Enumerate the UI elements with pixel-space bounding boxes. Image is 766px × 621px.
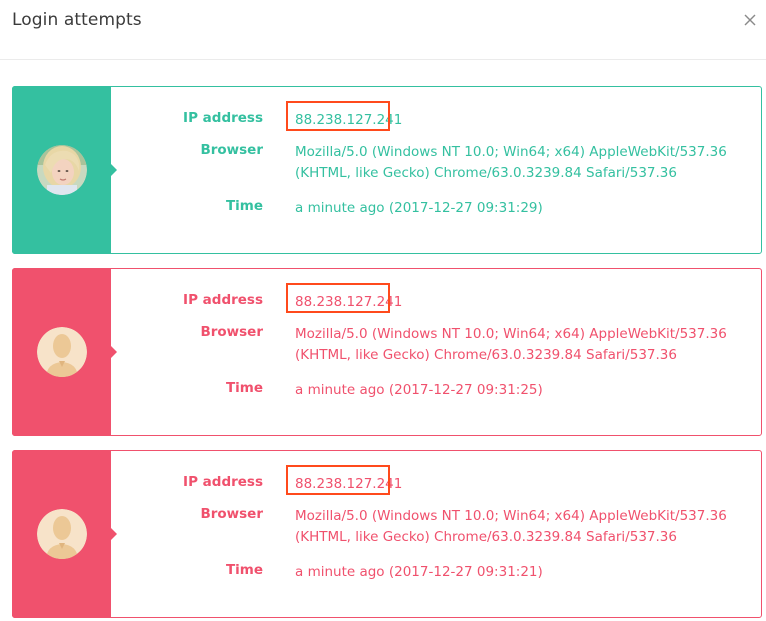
ip-label: IP address: [183, 292, 263, 308]
time-value: a minute ago (2017-12-27 09:31:29): [295, 200, 543, 216]
ip-highlight-box: [286, 101, 390, 131]
ip-label: IP address: [183, 474, 263, 490]
dialog-title: Login attempts: [12, 10, 142, 30]
avatar: [37, 509, 87, 559]
default-user-avatar-icon: [37, 327, 87, 377]
browser-value-line1: Mozilla/5.0 (Windows NT 10.0; Win64; x64…: [295, 144, 727, 160]
status-stripe: [12, 86, 117, 254]
login-attempt-card: IP address 88.238.127.241 Browser Mozill…: [12, 86, 762, 254]
dialog-header: Login attempts: [0, 0, 766, 60]
status-stripe: [12, 268, 117, 436]
login-attempt-card: IP address 88.238.127.241 Browser Mozill…: [12, 268, 762, 436]
time-value: a minute ago (2017-12-27 09:31:25): [295, 382, 543, 398]
browser-value-line2: (KHTML, like Gecko) Chrome/63.0.3239.84 …: [295, 165, 677, 181]
pointer-arrow: [111, 528, 117, 540]
browser-value-line1: Mozilla/5.0 (Windows NT 10.0; Win64; x64…: [295, 508, 727, 524]
pointer-arrow: [111, 164, 117, 176]
user-photo-avatar-icon: [37, 145, 87, 195]
default-user-avatar-icon: [37, 509, 87, 559]
ip-highlight-box: [286, 465, 390, 495]
close-icon: [744, 14, 756, 26]
browser-label: Browser: [200, 142, 263, 158]
close-button[interactable]: [740, 10, 760, 30]
browser-value-line2: (KHTML, like Gecko) Chrome/63.0.3239.84 …: [295, 347, 677, 363]
browser-value-line2: (KHTML, like Gecko) Chrome/63.0.3239.84 …: [295, 529, 677, 545]
browser-label: Browser: [200, 506, 263, 522]
ip-label: IP address: [183, 110, 263, 126]
time-label: Time: [225, 562, 263, 578]
login-attempt-card: IP address 88.238.127.241 Browser Mozill…: [12, 450, 762, 618]
time-label: Time: [225, 198, 263, 214]
avatar: [37, 327, 87, 377]
browser-value-line1: Mozilla/5.0 (Windows NT 10.0; Win64; x64…: [295, 326, 727, 342]
time-label: Time: [225, 380, 263, 396]
avatar: [37, 145, 87, 195]
status-stripe: [12, 450, 117, 618]
ip-highlight-box: [286, 283, 390, 313]
login-attempts-dialog: Login attempts IP address 88.238.127.241…: [0, 0, 766, 621]
time-value: a minute ago (2017-12-27 09:31:21): [295, 564, 543, 580]
pointer-arrow: [111, 346, 117, 358]
browser-label: Browser: [200, 324, 263, 340]
